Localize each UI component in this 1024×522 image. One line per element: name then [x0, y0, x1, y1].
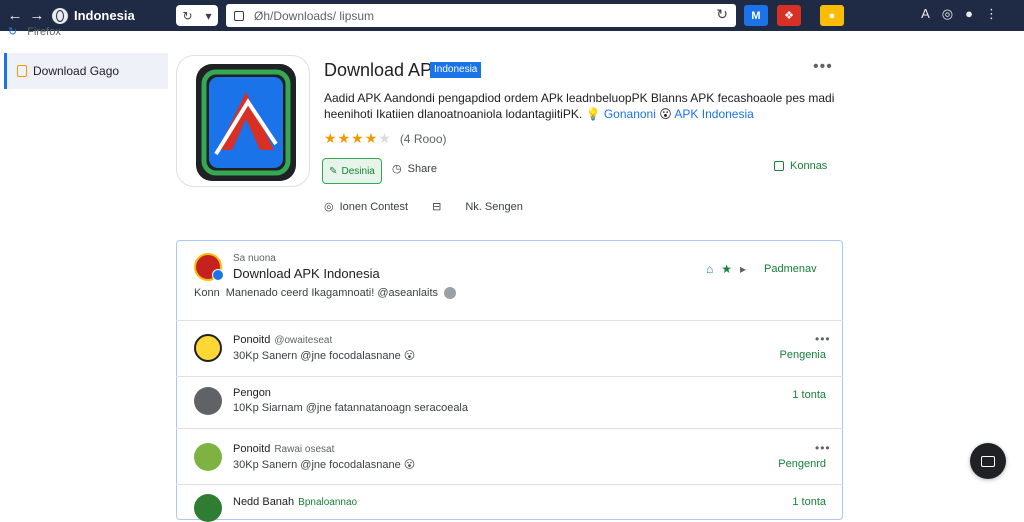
- app-description: Aadid APK Aandondi pengapdiod ordem APk …: [324, 90, 844, 122]
- bulb-icon: 💡: [585, 107, 601, 121]
- divider: [176, 376, 843, 377]
- download-icon: [774, 161, 784, 171]
- app-title: Download APK: [324, 60, 445, 80]
- share-button[interactable]: ◷ Share: [392, 162, 437, 176]
- app-meta: ◎ Ionen Contest ⊟ Nk. Sengen: [324, 200, 523, 214]
- rating-count: (4 Rooo): [399, 131, 447, 146]
- divider: [176, 428, 843, 429]
- sidebar-item-label: Download Gago: [33, 64, 120, 78]
- card-description: Konn Manenado ceerd Ikagamnoati! @aseanl…: [194, 287, 457, 299]
- download-link[interactable]: Konnas: [774, 160, 827, 172]
- author-name: Ponoitd: [233, 334, 271, 346]
- page-icon: [234, 10, 244, 21]
- app-logo-icon: [196, 64, 296, 181]
- comment-author[interactable]: Nedd Banah Bpnaloannao: [233, 496, 357, 508]
- avatar[interactable]: [194, 443, 222, 471]
- document-icon: [17, 65, 27, 77]
- home-icon[interactable]: ⌂: [706, 262, 713, 276]
- star-icon: ★: [364, 130, 378, 146]
- address-bar[interactable]: Øh/Downloads/ lipsum ↻: [226, 4, 736, 27]
- extension-m-icon[interactable]: M: [744, 5, 768, 26]
- avatar[interactable]: [194, 494, 222, 522]
- comment-author[interactable]: Ponoitd Rawai osesat: [233, 443, 334, 455]
- clock-icon: ◷: [392, 163, 402, 175]
- extension-yellow-icon[interactable]: ●: [820, 5, 844, 26]
- install-label: Desinia: [341, 165, 375, 177]
- emoji-icon: 😮: [659, 107, 672, 121]
- browser-right-icons: A ◎ ● ⋮: [921, 6, 998, 22]
- refresh-icon[interactable]: ↻: [182, 9, 192, 23]
- extension-red-icon[interactable]: ❖: [777, 5, 801, 26]
- share-label: Share: [407, 162, 437, 175]
- author-handle: Rawai osesat: [274, 444, 335, 455]
- account-icon[interactable]: A: [921, 6, 930, 22]
- comment-author[interactable]: Ponoitd @owaiteseat: [233, 334, 332, 346]
- chevron-down-icon[interactable]: ▾: [205, 9, 211, 23]
- divider: [176, 320, 843, 321]
- avatar[interactable]: [194, 387, 222, 415]
- comment-action[interactable]: Pengenrd: [778, 458, 826, 470]
- tab-title[interactable]: Indonesia: [74, 8, 184, 23]
- desc-line-1: Aadid APK Aandondi pengapdiod ordem APk …: [324, 91, 835, 105]
- desc-line-2: heenihoti Ikatiien dlanoatnoaniola lodan…: [324, 107, 583, 121]
- more-options-icon[interactable]: •••: [815, 441, 831, 455]
- sidebar-item-download[interactable]: Download Gago: [4, 53, 168, 89]
- download-label: Konnas: [790, 160, 828, 172]
- card-action-label[interactable]: Padmenav: [764, 263, 817, 275]
- info-icon: [444, 287, 457, 299]
- sidebar: Firefox Download Gago: [0, 26, 168, 512]
- globe-icon: [52, 7, 68, 24]
- info-icon: ◎: [324, 201, 334, 213]
- profile-icon[interactable]: ●: [965, 6, 973, 22]
- star-icon: ★: [337, 130, 351, 146]
- meta-item-2[interactable]: Nk. Sengen: [465, 201, 522, 213]
- more-options-icon[interactable]: •••: [815, 332, 831, 346]
- card-subtitle: Sa nuona: [233, 253, 276, 264]
- card-title[interactable]: Download APK Indonesia: [233, 266, 380, 281]
- community-card: [176, 240, 843, 520]
- bookmark-icon: ⊟: [432, 201, 442, 213]
- leaf-icon: ✎: [329, 165, 338, 177]
- rating: ★ ★ ★ ★ ★ (4 Rooo): [324, 130, 447, 147]
- sidebar-top-label[interactable]: Firefox: [8, 25, 61, 38]
- star-icon: ★: [351, 130, 364, 146]
- chat-button[interactable]: [970, 443, 1006, 479]
- comment-author[interactable]: Pengon: [233, 387, 271, 399]
- arrow-right-icon[interactable]: ▸: [740, 262, 746, 276]
- author-name: Nedd Banah: [233, 496, 295, 508]
- meta-item-1[interactable]: Ionen Contest: [340, 201, 409, 213]
- reload-icon[interactable]: ↻: [716, 6, 728, 23]
- comment-action[interactable]: Pengenia: [780, 349, 827, 361]
- comment-action[interactable]: 1 tonta: [792, 496, 826, 508]
- chat-icon: [981, 455, 995, 467]
- install-button[interactable]: ✎ Desinia: [322, 158, 382, 184]
- card-desc-prefix: Konn: [194, 287, 220, 299]
- comment-text: 10Kp Siarnam @jne fatannatanoagn seracoe…: [233, 402, 468, 414]
- card-desc-text: Manenado ceerd Ikagamnoati! @aseanlaits: [225, 287, 439, 299]
- desc-link-1[interactable]: Gonanoni: [604, 107, 656, 121]
- comment-text: 30Kp Sanern @jne focodalasnane 😮: [233, 350, 416, 362]
- comment-action[interactable]: 1 tonta: [792, 389, 826, 401]
- settings-icon[interactable]: ◎: [942, 6, 953, 22]
- url-text: Øh/Downloads/ lipsum: [254, 8, 375, 23]
- divider: [176, 484, 843, 485]
- author-handle: Bpnaloannao: [298, 497, 358, 508]
- forward-arrow-icon[interactable]: →: [26, 7, 48, 24]
- star-icon: ★: [324, 130, 337, 146]
- region-badge: Indonesia: [430, 62, 482, 78]
- author-name: Ponoitd: [233, 443, 271, 455]
- more-options-icon[interactable]: •••: [813, 58, 833, 76]
- card-actions: ⌂ ★ ▸ Padmenav: [706, 262, 817, 276]
- star-icon[interactable]: ★: [721, 262, 732, 276]
- nav-controls[interactable]: ↻ ▾: [176, 5, 218, 26]
- kebab-menu-icon[interactable]: ⋮: [985, 6, 998, 22]
- avatar[interactable]: [194, 334, 222, 362]
- desc-link-2[interactable]: APK Indonesia: [674, 107, 753, 121]
- comment-text: 30Kp Sanern @jne focodalasnane 😮: [233, 459, 416, 471]
- back-arrow-icon[interactable]: ←: [4, 7, 26, 24]
- star-empty-icon: ★: [378, 130, 391, 146]
- author-handle: @owaiteseat: [274, 335, 333, 346]
- avatar[interactable]: [194, 253, 224, 281]
